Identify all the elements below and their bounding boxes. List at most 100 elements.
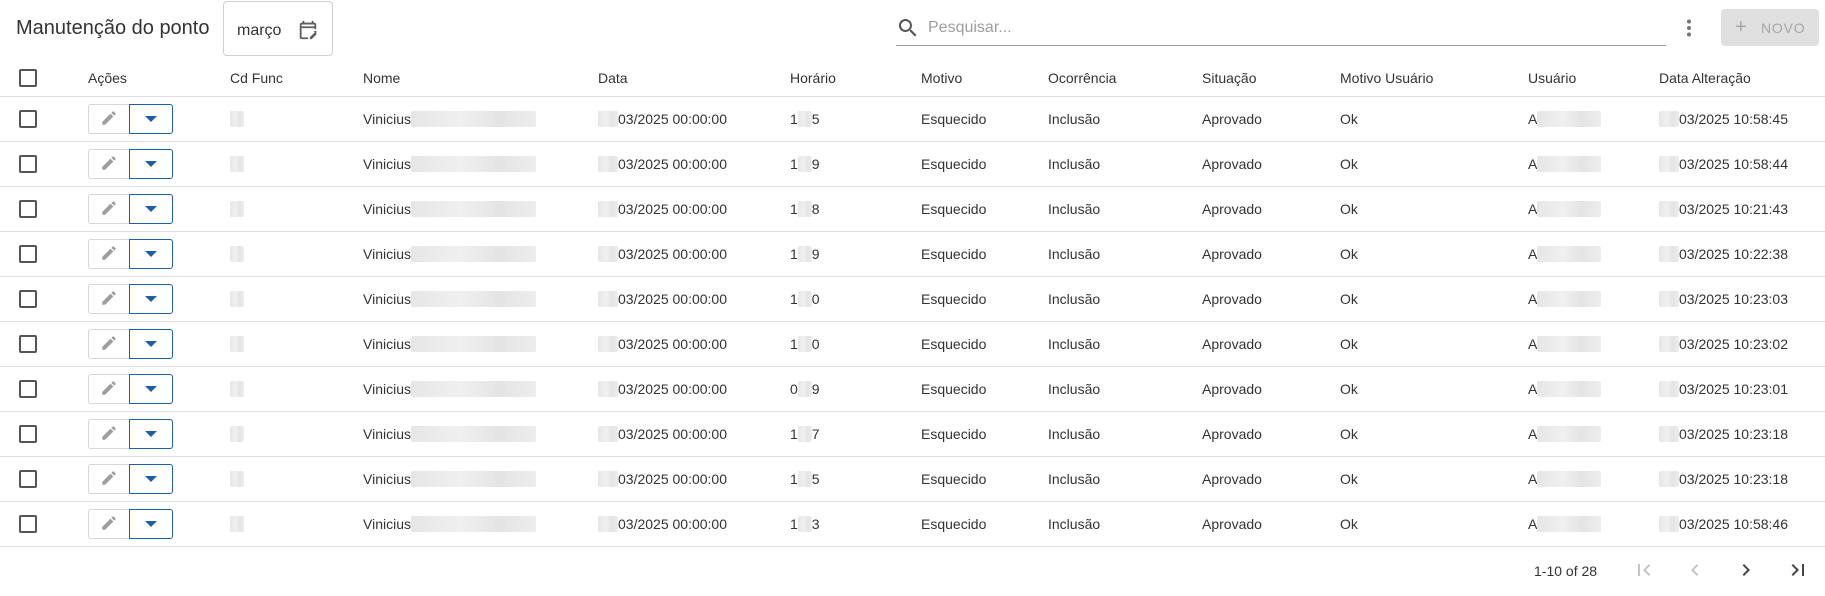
col-header-motivo-usuario[interactable]: Motivo Usuário: [1340, 60, 1433, 96]
col-header-situacao[interactable]: Situação: [1202, 60, 1256, 96]
col-header-data-alteracao[interactable]: Data Alteração: [1659, 60, 1751, 96]
motivo-cell: Esquecido: [921, 156, 987, 172]
table-row[interactable]: Vinicius 03/2025 00:00:00 1 5 Esquecido …: [0, 457, 1825, 502]
col-header-ocorrencia[interactable]: Ocorrência: [1048, 60, 1116, 96]
usuario-text: A: [1528, 156, 1538, 172]
cd-func-cell: [230, 367, 244, 411]
row-checkbox[interactable]: [19, 335, 37, 353]
next-page-icon[interactable]: [1734, 558, 1758, 582]
edit-button[interactable]: [88, 419, 130, 449]
table-row[interactable]: Vinicius 03/2025 00:00:00 1 7 Esquecido …: [0, 412, 1825, 457]
redacted-block: [1537, 381, 1602, 397]
table-row[interactable]: Vinicius 03/2025 00:00:00 1 9 Esquecido …: [0, 232, 1825, 277]
row-checkbox[interactable]: [19, 515, 37, 533]
calendar-edit-icon[interactable]: [297, 19, 319, 41]
new-button[interactable]: + NOVO: [1721, 9, 1819, 46]
row-actions: [88, 97, 173, 141]
edit-button[interactable]: [88, 509, 130, 539]
row-menu-dropdown-button[interactable]: [129, 509, 173, 539]
ocorrencia-cell: Inclusão: [1048, 201, 1101, 217]
ocorrencia-cell: Inclusão: [1048, 471, 1101, 487]
usuario-text: A: [1528, 471, 1538, 487]
data-alteracao-text: 03/2025 10:23:01: [1679, 381, 1788, 397]
search-bar[interactable]: [896, 10, 1666, 46]
redacted-block: [598, 201, 618, 217]
row-checkbox[interactable]: [19, 245, 37, 263]
select-all-checkbox[interactable]: [19, 69, 37, 87]
ocorrencia-cell: Inclusão: [1048, 336, 1101, 352]
col-header-cd-func[interactable]: Cd Func: [230, 60, 283, 96]
table-row[interactable]: Vinicius 03/2025 00:00:00 1 3 Esquecido …: [0, 502, 1825, 547]
row-select-cell: [19, 97, 37, 141]
col-header-nome[interactable]: Nome: [363, 60, 400, 96]
edit-button[interactable]: [88, 284, 130, 314]
horario-text-end: 9: [811, 156, 820, 172]
col-header-data[interactable]: Data: [598, 60, 628, 96]
row-menu-dropdown-button[interactable]: [129, 239, 173, 269]
row-menu-dropdown-button[interactable]: [129, 284, 173, 314]
col-header-motivo[interactable]: Motivo: [921, 60, 962, 96]
col-header-usuario[interactable]: Usuário: [1528, 60, 1576, 96]
pagination-footer: 1-10 of 28: [0, 545, 1825, 596]
situacao-cell: Aprovado: [1202, 381, 1262, 397]
row-menu-dropdown-button[interactable]: [129, 374, 173, 404]
pagination-info: 1-10 of 28: [1534, 563, 1598, 579]
row-select-cell: [19, 187, 37, 231]
row-menu-dropdown-button[interactable]: [129, 194, 173, 224]
data-cell: 03/2025 00:00:00: [598, 187, 727, 231]
first-page-icon[interactable]: [1632, 558, 1656, 582]
row-menu-dropdown-button[interactable]: [129, 104, 173, 134]
data-cell: 03/2025 00:00:00: [598, 412, 727, 456]
col-header-acoes[interactable]: Ações: [88, 60, 127, 96]
redacted-block: [411, 426, 536, 442]
data-text: 03/2025 00:00:00: [618, 471, 727, 487]
caret-down-icon: [145, 116, 157, 122]
last-page-icon[interactable]: [1786, 558, 1810, 582]
horario-text-start: 1: [790, 246, 798, 262]
redacted-block: [411, 516, 536, 532]
horario-text-start: 1: [790, 291, 798, 307]
edit-button[interactable]: [88, 239, 130, 269]
more-vert-icon[interactable]: [1677, 16, 1701, 40]
edit-button[interactable]: [88, 374, 130, 404]
edit-button[interactable]: [88, 104, 130, 134]
redacted-block: [230, 156, 244, 172]
row-checkbox[interactable]: [19, 155, 37, 173]
redacted-block: [1537, 156, 1602, 172]
prev-page-icon[interactable]: [1683, 558, 1707, 582]
edit-button[interactable]: [88, 464, 130, 494]
redacted-block: [1659, 201, 1679, 217]
row-checkbox[interactable]: [19, 470, 37, 488]
row-menu-dropdown-button[interactable]: [129, 329, 173, 359]
horario-text-end: 0: [811, 336, 820, 352]
motivo-usuario-cell: Ok: [1340, 516, 1358, 532]
col-header-horario[interactable]: Horário: [790, 60, 836, 96]
table-row[interactable]: Vinicius 03/2025 00:00:00 1 9 Esquecido …: [0, 142, 1825, 187]
row-checkbox[interactable]: [19, 290, 37, 308]
data-text: 03/2025 00:00:00: [618, 291, 727, 307]
redacted-block: [598, 471, 618, 487]
row-checkbox[interactable]: [19, 200, 37, 218]
month-picker[interactable]: março: [223, 1, 333, 56]
row-menu-dropdown-button[interactable]: [129, 464, 173, 494]
nome-cell: Vinicius: [363, 412, 536, 456]
row-checkbox[interactable]: [19, 380, 37, 398]
redacted-block: [1537, 426, 1602, 442]
table-row[interactable]: Vinicius 03/2025 00:00:00 1 8 Esquecido …: [0, 187, 1825, 232]
row-checkbox[interactable]: [19, 110, 37, 128]
ocorrencia-cell: Inclusão: [1048, 111, 1101, 127]
table-row[interactable]: Vinicius 03/2025 00:00:00 1 0 Esquecido …: [0, 277, 1825, 322]
edit-button[interactable]: [88, 149, 130, 179]
redacted-block: [1537, 246, 1602, 262]
table-row[interactable]: Vinicius 03/2025 00:00:00 1 5 Esquecido …: [0, 97, 1825, 142]
redacted-block: [1659, 291, 1679, 307]
table-row[interactable]: Vinicius 03/2025 00:00:00 1 0 Esquecido …: [0, 322, 1825, 367]
row-menu-dropdown-button[interactable]: [129, 149, 173, 179]
table-row[interactable]: Vinicius 03/2025 00:00:00 0 9 Esquecido …: [0, 367, 1825, 412]
horario-cell: 1 9: [790, 232, 820, 276]
edit-button[interactable]: [88, 329, 130, 359]
search-input[interactable]: [928, 16, 1648, 40]
row-menu-dropdown-button[interactable]: [129, 419, 173, 449]
row-checkbox[interactable]: [19, 425, 37, 443]
edit-button[interactable]: [88, 194, 130, 224]
